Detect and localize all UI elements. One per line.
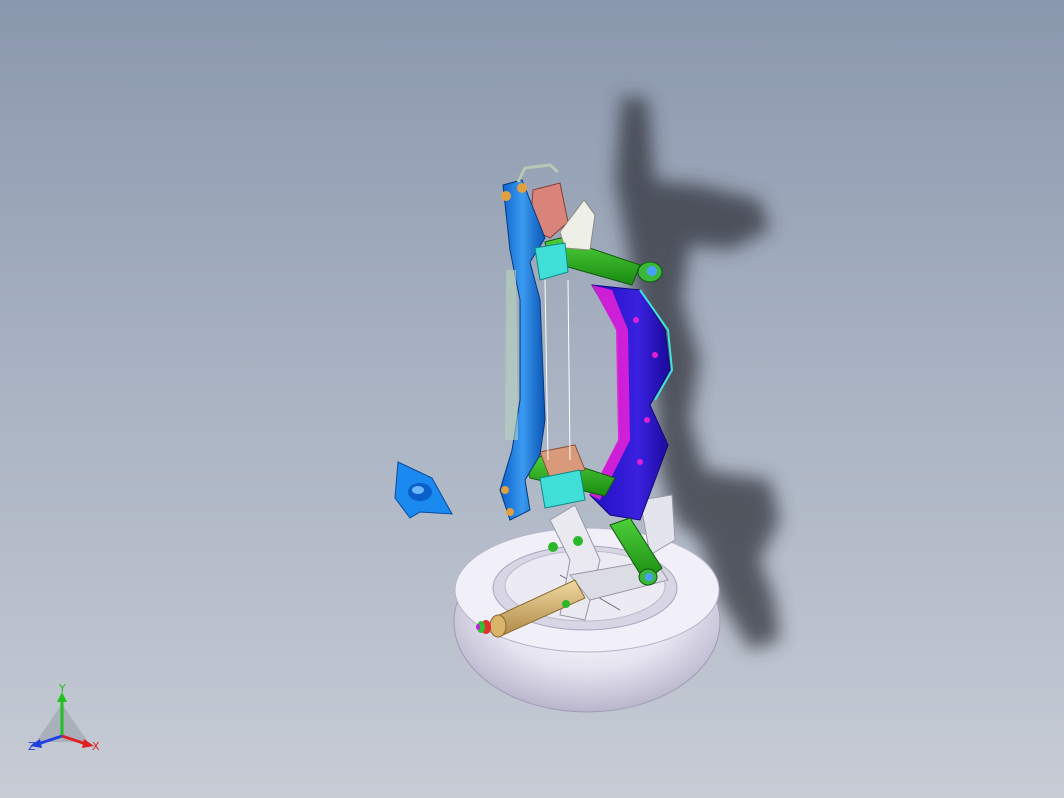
cad-3d-viewport[interactable]: Y X Z bbox=[0, 0, 1064, 798]
z-axis-label: Z bbox=[28, 740, 36, 753]
y-axis-label: Y bbox=[58, 684, 66, 695]
suspension-assembly-model[interactable] bbox=[0, 0, 1064, 798]
loose-bracket[interactable] bbox=[394, 461, 453, 519]
orientation-triad[interactable]: Y X Z bbox=[26, 684, 104, 754]
bracket-upper-cyan[interactable] bbox=[534, 242, 569, 281]
x-axis-label: X bbox=[92, 740, 100, 753]
